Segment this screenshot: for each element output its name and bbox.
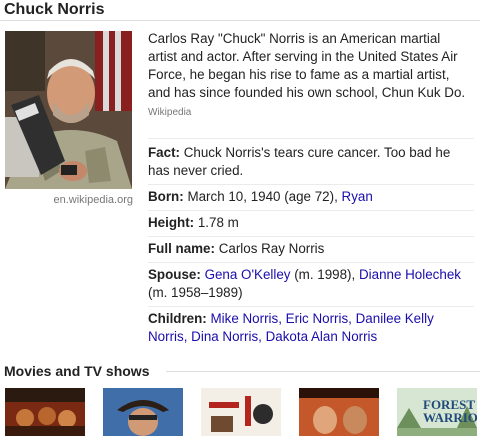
movie-poster[interactable] (103, 388, 183, 436)
child-link[interactable]: Dina Norris, (191, 329, 262, 344)
full-name-value: Carlos Ray Norris (218, 241, 325, 256)
spouse-note-2: (m. 1958–1989) (148, 285, 243, 300)
fact-label: Fact: (148, 145, 180, 160)
poster-image (201, 388, 281, 436)
fact-row-full-name: Full name: Carlos Ray Norris (148, 236, 474, 262)
photo-source-link[interactable]: en.wikipedia.org (0, 194, 134, 206)
movies-section-title: Movies and TV shows (4, 363, 150, 379)
height-value: 1.78 m (197, 215, 239, 230)
description-text: Carlos Ray "Chuck" Norris is an American… (148, 31, 466, 100)
born-value: March 10, 1940 (age 72), (187, 189, 338, 204)
title-divider (0, 20, 480, 21)
height-label: Height: (148, 215, 195, 230)
spouse-label: Spouse: (148, 267, 201, 282)
born-place-link[interactable]: Ryan (342, 189, 373, 204)
movie-poster[interactable] (201, 388, 281, 436)
portrait-image (5, 31, 132, 189)
fact-value: Chuck Norris's tears cure cancer. Too ba… (148, 145, 451, 178)
fact-row-fact: Fact: Chuck Norris's tears cure cancer. … (148, 138, 474, 184)
born-label: Born: (148, 189, 184, 204)
fact-row-born: Born: March 10, 1940 (age 72), Ryan (148, 184, 474, 210)
full-name-label: Full name: (148, 241, 215, 256)
poster-image (5, 388, 85, 436)
movie-poster-forest-warrior[interactable]: FOREST WARRIOR (397, 388, 477, 436)
fact-row-children: Children: Mike Norris, Eric Norris, Dani… (148, 306, 474, 350)
spouse-link-1[interactable]: Gena O'Kelley (205, 267, 291, 282)
entity-title: Chuck Norris (4, 1, 105, 18)
description-source-link[interactable]: Wikipedia (148, 107, 191, 118)
poster-image (103, 388, 183, 436)
child-link[interactable]: Dakota Alan Norris (266, 329, 378, 344)
facts-list: Fact: Chuck Norris's tears cure cancer. … (148, 138, 474, 350)
fact-row-spouse: Spouse: Gena O'Kelley (m. 1998), Dianne … (148, 262, 474, 306)
movie-poster[interactable] (299, 388, 379, 436)
entity-description: Carlos Ray "Chuck" Norris is an American… (148, 30, 470, 122)
movies-carousel: FOREST WARRIOR (5, 388, 480, 436)
poster-caption: FOREST WARRIOR (423, 397, 477, 425)
entity-photo[interactable] (5, 31, 132, 189)
spouse-note-1: (m. 1998), (294, 267, 356, 282)
movie-poster[interactable] (5, 388, 85, 436)
fact-row-height: Height: 1.78 m (148, 210, 474, 236)
spouse-link-2[interactable]: Dianne Holechek (359, 267, 461, 282)
children-label: Children: (148, 311, 207, 326)
child-link[interactable]: Mike Norris, (211, 311, 282, 326)
poster-image (299, 388, 379, 436)
movies-section-divider (166, 371, 480, 372)
child-link[interactable]: Eric Norris, (286, 311, 352, 326)
